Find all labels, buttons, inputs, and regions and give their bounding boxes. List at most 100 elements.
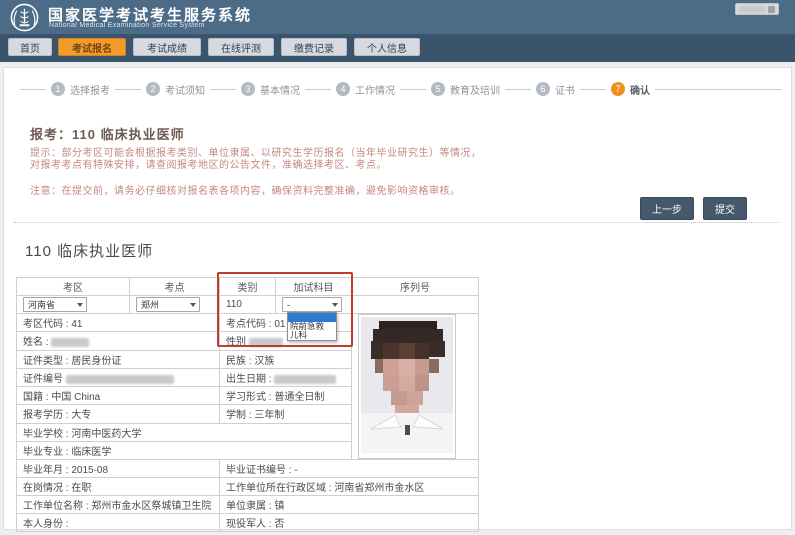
step-circle: 3 (241, 82, 255, 96)
step-label: 考试须知 (165, 82, 205, 97)
job-status-cell: 在岗情况 : 在职 (17, 478, 220, 496)
military-cell: 现役军人 : 否 (220, 514, 479, 532)
username-blur (739, 6, 765, 13)
col-header-category: 类别 (220, 278, 276, 296)
step-connector (305, 89, 331, 90)
name-blur (51, 338, 89, 347)
registration-table: 考区 考点 类别 加试科目 序列号 河南省 郑州 110 - 考区代码 : 41… (16, 277, 479, 532)
step-label: 工作情况 (355, 82, 395, 97)
applicant-photo (358, 314, 456, 459)
gender-blur (249, 338, 283, 347)
tab-personal-info[interactable]: 个人信息 (354, 38, 420, 56)
nationality-cell: 国籍 : 中国 China (17, 387, 220, 405)
photo-cell (352, 314, 479, 460)
ethnic-cell: 民族 : 汉族 (220, 350, 352, 368)
step-circle: 1 (51, 82, 65, 96)
chevron-down-icon (190, 303, 196, 307)
cert-type-cell: 证件类型 : 居民身份证 (17, 350, 220, 368)
apply-title: 报考：110 临床执业医师 (30, 124, 185, 143)
cert-no-cell: 证件编号 (17, 368, 220, 386)
col-header-serial: 序列号 (352, 278, 479, 296)
pixelated-portrait-image (361, 317, 453, 453)
dropdown-option-prehospital[interactable]: 院前急救 (288, 322, 336, 331)
step-4-work-info: 4工作情况 (331, 82, 400, 97)
cert-no-label: 证件编号 (23, 374, 63, 385)
step-connector (20, 89, 46, 90)
warning-line: 注意：在提交前，请务必仔细核对报名表各项内容，确保资料完整准确，避免影响资格审核… (30, 182, 461, 197)
tab-home[interactable]: 首页 (8, 38, 52, 56)
col-header-site: 考点 (130, 278, 220, 296)
study-form-cell: 学习形式 : 普通全日制 (220, 387, 352, 405)
duration-cell: 学制 : 三年制 (220, 405, 352, 423)
chevron-down-icon (77, 303, 83, 307)
table-header-row: 考区 考点 类别 加试科目 序列号 (17, 278, 479, 296)
tab-label: 在线评测 (221, 40, 261, 55)
tab-label: 考试成绩 (147, 40, 187, 55)
step-1-choose-exam: 1 选择报考 (46, 82, 115, 97)
tab-label: 缴费记录 (294, 40, 334, 55)
birth-blur (274, 375, 336, 384)
tab-label: 个人信息 (367, 40, 407, 55)
step-6-certificate: 6 证书 (531, 82, 580, 97)
chevron-down-icon (332, 303, 338, 307)
step-connector (115, 89, 141, 90)
grad-date-cell: 毕业年月 : 2015-08 (17, 460, 220, 478)
tab-payment-record[interactable]: 缴费记录 (281, 38, 347, 56)
name-cell: 姓名 : (17, 332, 220, 350)
tab-exam-register[interactable]: 考试报名 (58, 38, 126, 56)
gender-label: 性别 (226, 337, 246, 348)
step-circle: 7 (611, 82, 625, 96)
apply-edu-cell: 报考学历 : 大专 (17, 405, 220, 423)
step-connector (400, 89, 426, 90)
step-5-education: 5教育及培训 (426, 82, 505, 97)
cert-no-blur (66, 375, 174, 384)
nav-bar: 首页 考试报名 考试成绩 在线评测 缴费记录 个人信息 (0, 34, 795, 62)
dropdown-option-empty[interactable] (288, 313, 336, 322)
category-value: 110 (220, 296, 276, 314)
tab-label: 考试报名 (72, 40, 112, 55)
step-circle: 2 (146, 82, 160, 96)
dropdown-option-pediatrics[interactable]: 儿科 (288, 331, 336, 340)
col-header-extra-subject: 加试科目 (276, 278, 352, 296)
step-label: 选择报考 (70, 82, 110, 97)
app-subtitle: National Medical Examination Service Sys… (49, 22, 205, 29)
app-header: 国家医学考试考生服务系统 National Medical Examinatio… (0, 0, 795, 34)
step-7-confirm: 7 确认 (606, 82, 655, 97)
birth-label: 出生日期 : (226, 374, 272, 385)
logout-icon (768, 6, 775, 13)
step-circle: 6 (536, 82, 550, 96)
dotted-divider (14, 222, 780, 223)
tab-online-eval[interactable]: 在线评测 (208, 38, 274, 56)
major-cell: 毕业专业 : 临床医学 (17, 441, 352, 459)
name-label: 姓名 : (23, 337, 49, 348)
previous-step-button[interactable]: 上一步 (640, 197, 694, 220)
extra-subject-select[interactable]: - (282, 297, 342, 312)
diploma-no-cell: 毕业证书编号 : - (220, 460, 479, 478)
tab-exam-score[interactable]: 考试成绩 (133, 38, 201, 56)
step-2-exam-notice: 2 考试须知 (141, 82, 210, 97)
region-select[interactable]: 河南省 (23, 297, 87, 312)
birth-cell: 出生日期 : (220, 368, 352, 386)
user-widget[interactable] (735, 3, 779, 15)
step-connector (580, 89, 606, 90)
tip-line-2: 对报考考点有特殊安排，请查阅报考地区的公告文件，准确选择考区、考点。 (30, 156, 387, 171)
submit-button[interactable]: 提交 (703, 197, 747, 220)
work-region-cell: 工作单位所在行政区域 : 河南省郑州市金水区 (220, 478, 479, 496)
extra-subject-dropdown-list: 院前急救 儿科 (287, 312, 337, 341)
step-3-basic-info: 3 基本情况 (236, 82, 305, 97)
step-connector (505, 89, 531, 90)
action-buttons: 上一步 提交 (640, 197, 747, 220)
step-label: 基本情况 (260, 82, 300, 97)
extra-subject-value: - (287, 300, 290, 310)
col-header-region: 考区 (17, 278, 130, 296)
emblem-icon (9, 2, 40, 33)
step-wizard: 1 选择报考 2 考试须知 3 基本情况 4工作情况 5教育及培训 6 证书 7 确认 (20, 81, 782, 97)
step-circle: 5 (431, 82, 445, 96)
site-select[interactable]: 郑州 (136, 297, 200, 312)
page: 国家医学考试考生服务系统 National Medical Examinatio… (0, 0, 795, 535)
table-select-row: 河南省 郑州 110 - (17, 296, 479, 314)
region-code-cell: 考区代码 : 41 (17, 314, 220, 332)
unit-type-cell: 单位隶属 : 镇 (220, 496, 479, 514)
step-label: 确认 (630, 82, 650, 97)
step-label: 证书 (555, 82, 575, 97)
